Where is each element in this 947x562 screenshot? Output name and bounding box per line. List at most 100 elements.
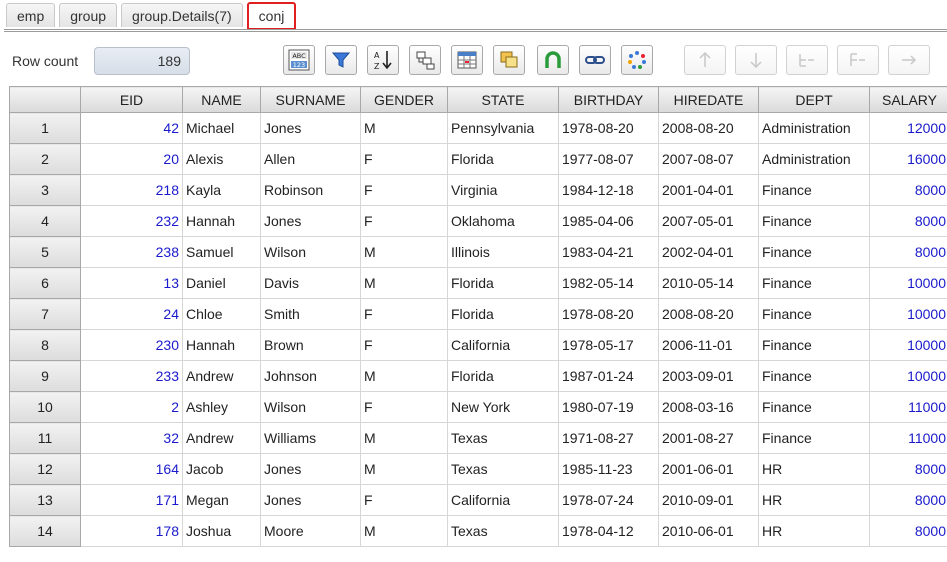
cell-salary[interactable]: 12000: [869, 112, 947, 144]
cell-hiredate[interactable]: 2010-05-14: [658, 267, 759, 299]
cell-hiredate[interactable]: 2001-06-01: [658, 453, 759, 485]
cell-eid[interactable]: 2: [80, 391, 183, 423]
cell-eid[interactable]: 13: [80, 267, 183, 299]
tab-group-details[interactable]: group.Details(7): [121, 3, 243, 27]
cell-dept[interactable]: HR: [758, 453, 870, 485]
cell-gender[interactable]: M: [360, 267, 448, 299]
cell-gender[interactable]: M: [360, 360, 448, 392]
table-row[interactable]: 10 2 Ashley Wilson F New York 1980-07-19 2008-0…: [9, 391, 947, 423]
cell-dept[interactable]: HR: [758, 515, 870, 547]
cell-state[interactable]: Virginia: [447, 174, 559, 206]
cell-eid[interactable]: 164: [80, 453, 183, 485]
cell-dept[interactable]: Administration: [758, 143, 870, 175]
link-button[interactable]: [579, 45, 611, 75]
cell-gender[interactable]: F: [360, 174, 448, 206]
cell-salary[interactable]: 10000: [869, 329, 947, 361]
cell-gender[interactable]: F: [360, 205, 448, 237]
tab-emp[interactable]: emp: [6, 3, 56, 27]
table-row[interactable]: 12 164 Jacob Jones M Texas 1985-11-23 2001-06-0…: [9, 453, 947, 485]
cell-surname[interactable]: Johnson: [260, 360, 361, 392]
cell-name[interactable]: Hannah: [182, 205, 261, 237]
row-number[interactable]: 1: [9, 112, 81, 144]
column-header-dept[interactable]: DEPT: [758, 86, 870, 113]
cell-dept[interactable]: Finance: [758, 422, 870, 454]
cell-surname[interactable]: Allen: [260, 143, 361, 175]
cell-hiredate[interactable]: 2001-08-27: [658, 422, 759, 454]
cell-gender[interactable]: F: [360, 484, 448, 516]
cell-state[interactable]: Texas: [447, 515, 559, 547]
cell-state[interactable]: Florida: [447, 360, 559, 392]
cell-hiredate[interactable]: 2010-06-01: [658, 515, 759, 547]
cell-birthday[interactable]: 1978-07-24: [558, 484, 659, 516]
cell-eid[interactable]: 218: [80, 174, 183, 206]
table-row[interactable]: 7 24 Chloe Smith F Florida 1978-08-20 2008-08-2…: [9, 298, 947, 330]
cell-salary[interactable]: 10000: [869, 298, 947, 330]
cell-dept[interactable]: Administration: [758, 112, 870, 144]
cell-dept[interactable]: Finance: [758, 205, 870, 237]
cell-state[interactable]: New York: [447, 391, 559, 423]
cell-name[interactable]: Daniel: [182, 267, 261, 299]
cell-surname[interactable]: Wilson: [260, 236, 361, 268]
row-number[interactable]: 13: [9, 484, 81, 516]
cell-state[interactable]: Texas: [447, 422, 559, 454]
column-header-birthday[interactable]: BIRTHDAY: [558, 86, 659, 113]
cell-hiredate[interactable]: 2008-08-20: [658, 298, 759, 330]
cell-salary[interactable]: 11000: [869, 422, 947, 454]
cell-hiredate[interactable]: 2008-03-16: [658, 391, 759, 423]
table-row[interactable]: 2 20 Alexis Allen F Florida 1977-08-07 2007-08-…: [9, 143, 947, 175]
cell-name[interactable]: Ashley: [182, 391, 261, 423]
table-view-button[interactable]: [451, 45, 483, 75]
cell-hiredate[interactable]: 2002-04-01: [658, 236, 759, 268]
cell-hiredate[interactable]: 2003-09-01: [658, 360, 759, 392]
cell-birthday[interactable]: 1978-08-20: [558, 112, 659, 144]
column-header-eid[interactable]: EID: [80, 86, 183, 113]
cell-name[interactable]: Andrew: [182, 360, 261, 392]
column-header-salary[interactable]: SALARY: [869, 86, 947, 113]
cell-name[interactable]: Jacob: [182, 453, 261, 485]
cell-salary[interactable]: 8000: [869, 484, 947, 516]
column-header-hiredate[interactable]: HIREDATE: [658, 86, 759, 113]
cell-eid[interactable]: 171: [80, 484, 183, 516]
cell-salary[interactable]: 8000: [869, 174, 947, 206]
cell-gender[interactable]: F: [360, 298, 448, 330]
cell-gender[interactable]: M: [360, 453, 448, 485]
table-row[interactable]: 13 171 Megan Jones F California 1978-07-24 2010…: [9, 484, 947, 516]
cell-state[interactable]: Florida: [447, 143, 559, 175]
cell-name[interactable]: Michael: [182, 112, 261, 144]
cell-surname[interactable]: Davis: [260, 267, 361, 299]
cell-surname[interactable]: Robinson: [260, 174, 361, 206]
row-number[interactable]: 14: [9, 515, 81, 547]
cell-birthday[interactable]: 1980-07-19: [558, 391, 659, 423]
cell-dept[interactable]: Finance: [758, 236, 870, 268]
cell-gender[interactable]: F: [360, 391, 448, 423]
cell-eid[interactable]: 178: [80, 515, 183, 547]
cell-birthday[interactable]: 1985-04-06: [558, 205, 659, 237]
table-row[interactable]: 3 218 Kayla Robinson F Virginia 1984-12-18 2001…: [9, 174, 947, 206]
table-row[interactable]: 1 42 Michael Jones M Pennsylvania 1978-08-20 20…: [9, 112, 947, 144]
table-row[interactable]: 5 238 Samuel Wilson M Illinois 1983-04-21 2002-…: [9, 236, 947, 268]
cell-surname[interactable]: Smith: [260, 298, 361, 330]
collapse-button[interactable]: [837, 45, 879, 75]
cell-salary[interactable]: 11000: [869, 391, 947, 423]
cell-birthday[interactable]: 1978-05-17: [558, 329, 659, 361]
tab-conj[interactable]: conj: [246, 2, 297, 30]
cell-eid[interactable]: 233: [80, 360, 183, 392]
cell-state[interactable]: Texas: [447, 453, 559, 485]
cell-eid[interactable]: 42: [80, 112, 183, 144]
cell-dept[interactable]: Finance: [758, 360, 870, 392]
cell-name[interactable]: Chloe: [182, 298, 261, 330]
column-header-state[interactable]: STATE: [447, 86, 559, 113]
cell-surname[interactable]: Wilson: [260, 391, 361, 423]
table-row[interactable]: 8 230 Hannah Brown F California 1978-05-17 2006…: [9, 329, 947, 361]
cell-dept[interactable]: Finance: [758, 267, 870, 299]
cell-surname[interactable]: Jones: [260, 205, 361, 237]
cell-eid[interactable]: 24: [80, 298, 183, 330]
row-number[interactable]: 12: [9, 453, 81, 485]
cell-birthday[interactable]: 1977-08-07: [558, 143, 659, 175]
move-up-button[interactable]: [684, 45, 726, 75]
table-row[interactable]: 11 32 Andrew Williams M Texas 1971-08-27 2001-0…: [9, 422, 947, 454]
cell-salary[interactable]: 10000: [869, 267, 947, 299]
cell-eid[interactable]: 20: [80, 143, 183, 175]
cell-name[interactable]: Joshua: [182, 515, 261, 547]
column-header-gender[interactable]: GENDER: [360, 86, 448, 113]
